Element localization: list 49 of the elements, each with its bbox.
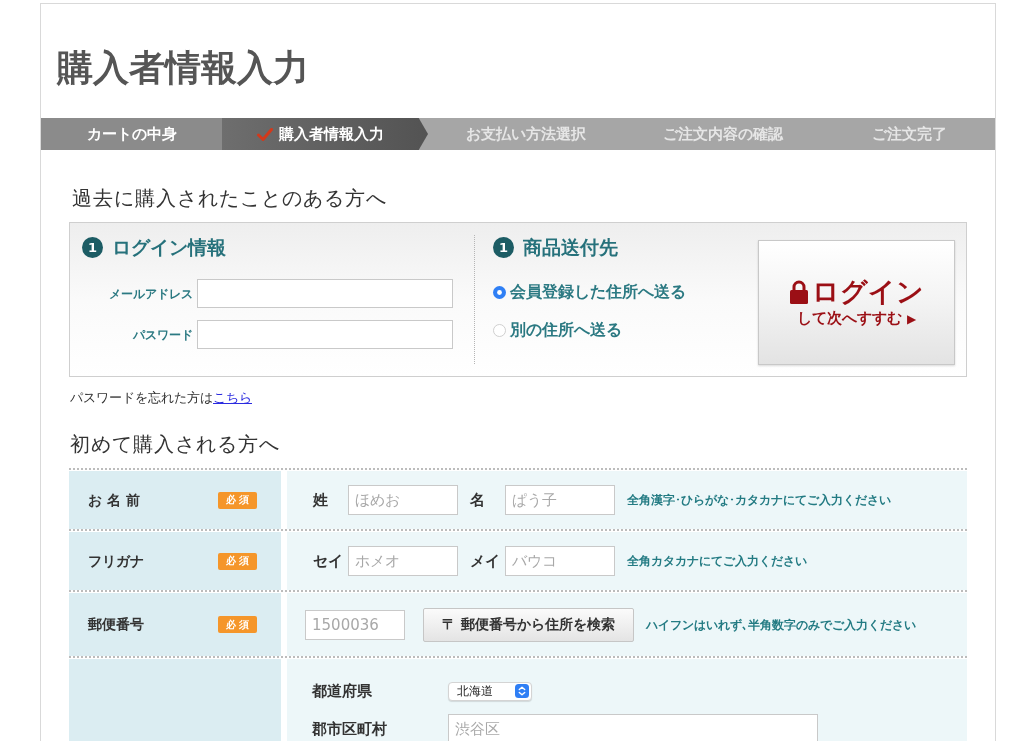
required-badge: 必 須 bbox=[218, 552, 257, 570]
forgot-password-text: パスワードを忘れた方はこちら bbox=[69, 389, 253, 407]
row-label: お 名 前 bbox=[88, 490, 140, 510]
field-label: 名 bbox=[470, 489, 486, 511]
updown-chevron-icon bbox=[515, 684, 529, 699]
hint-text: 全角漢字･ひらがな･カタカナにてご入力ください bbox=[627, 492, 891, 509]
hint-text: 全角カタカナにてご入力ください bbox=[627, 553, 807, 570]
field-label: 郡市区町村 bbox=[312, 718, 388, 740]
prefecture-select[interactable]: 北海道 bbox=[448, 681, 532, 701]
radio-button[interactable] bbox=[493, 323, 506, 337]
input-field[interactable]: 1500036 bbox=[305, 609, 405, 640]
input-field[interactable]: ホメオ bbox=[348, 546, 458, 576]
lock-icon bbox=[789, 280, 808, 304]
step-label: カートの中身 bbox=[86, 126, 177, 142]
login-button[interactable]: ログイン して次へすすむ ▶ bbox=[758, 240, 955, 365]
number-badge: 1 bbox=[493, 237, 514, 258]
forgot-password-link[interactable]: こちら bbox=[213, 390, 252, 405]
field-label: パスワード bbox=[132, 326, 193, 344]
section-heading: 初めて購入される方へ bbox=[69, 431, 281, 457]
radio-button[interactable] bbox=[493, 285, 506, 299]
section-heading: 過去に購入されたことのある方へ bbox=[71, 185, 388, 211]
input-field[interactable]: 渋谷区 bbox=[448, 713, 818, 741]
address-search-button[interactable]: 〒 郵便番号から住所を検索 bbox=[423, 607, 634, 642]
field-label: セイ bbox=[313, 550, 344, 572]
panel-heading: ログイン情報 bbox=[112, 235, 226, 261]
input-field[interactable]: バウコ bbox=[505, 546, 615, 576]
number-badge: 1 bbox=[82, 237, 103, 258]
field-label: 都道府県 bbox=[312, 681, 373, 702]
required-badge: 必 須 bbox=[218, 491, 257, 509]
step-label: お支払い方法選択 bbox=[465, 126, 586, 142]
step-label: 購入者情報入力 bbox=[278, 126, 384, 142]
field-label: メイ bbox=[470, 550, 501, 572]
radio-label[interactable]: 会員登録した住所へ送る bbox=[510, 280, 686, 304]
step-label: ご注文内容の確認 bbox=[663, 126, 783, 142]
required-badge: 必 須 bbox=[218, 616, 257, 633]
field-label: 姓 bbox=[313, 489, 329, 511]
row-label: フリガナ bbox=[88, 551, 144, 571]
row-label: 郵便番号 bbox=[88, 615, 144, 634]
input-field[interactable]: ほめお bbox=[348, 485, 458, 515]
step-label: ご注文完了 bbox=[871, 126, 947, 142]
radio-label[interactable]: 別の住所へ送る bbox=[510, 318, 622, 342]
hint-text: ハイフンはいれず､半角数字のみでご入力ください bbox=[646, 616, 916, 634]
panel-heading: 商品送付先 bbox=[523, 235, 618, 261]
field-label: メールアドレス bbox=[108, 285, 193, 303]
input-field[interactable] bbox=[197, 320, 453, 349]
input-field[interactable] bbox=[197, 279, 453, 308]
input-field[interactable]: ぱう子 bbox=[505, 485, 615, 515]
check-icon bbox=[256, 127, 273, 141]
page-title: 購入者情報入力 bbox=[57, 50, 309, 86]
